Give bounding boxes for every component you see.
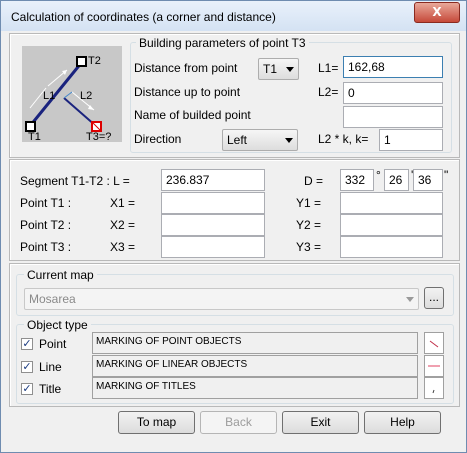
chevron-down-icon: [285, 138, 293, 143]
segment-length-input[interactable]: 236.837: [161, 169, 265, 191]
x2-label: X2 =: [110, 218, 136, 232]
direction-label: Direction: [134, 132, 182, 146]
minutes-input[interactable]: 26: [384, 169, 409, 191]
diagram-image: T2 L1 L2 T1 T3=?: [22, 46, 122, 143]
chevron-down-icon: [286, 67, 294, 72]
segment-length-value: 236.837: [166, 173, 210, 187]
x3-input[interactable]: [161, 236, 265, 258]
line-style-icon: [428, 365, 440, 367]
degree-symbol: °: [376, 168, 381, 182]
title-objects-text: MARKING OF TITLES: [96, 381, 196, 392]
direction-value: Left: [227, 133, 248, 147]
diagram-svg: [25, 56, 102, 132]
x2-input[interactable]: [161, 214, 265, 236]
title-checkbox[interactable]: ✓: [21, 383, 33, 395]
second-symbol: ": [444, 168, 449, 182]
l2-label: L2=: [318, 85, 339, 99]
line-checkbox-label: Line: [39, 360, 62, 374]
line-style-button[interactable]: [424, 355, 444, 377]
exit-label: Exit: [310, 415, 331, 429]
name-input[interactable]: [343, 106, 443, 128]
y1-label: Y1 =: [296, 196, 322, 210]
y1-input[interactable]: [340, 192, 443, 214]
k-value: 1: [384, 133, 391, 147]
to-map-label: To map: [136, 415, 177, 429]
l2-input[interactable]: 0: [343, 82, 443, 104]
y3-input[interactable]: [340, 236, 443, 258]
point-objects-text: MARKING OF POINT OBJECTS: [96, 336, 242, 347]
l1-value: 162,68: [348, 60, 385, 74]
back-button[interactable]: Back: [200, 411, 277, 434]
seconds-value: 36: [418, 173, 432, 187]
title-style-button[interactable]: [424, 377, 444, 399]
help-button[interactable]: Help: [364, 411, 441, 434]
distance-from-label: Distance from point: [134, 61, 238, 75]
title-objects-field: MARKING OF TITLES: [92, 377, 418, 399]
line-objects-text: MARKING OF LINEAR OBJECTS: [96, 359, 248, 370]
distance-upto-label: Distance up to point: [134, 85, 241, 99]
x3-label: X3 =: [110, 240, 136, 254]
d-label: D =: [304, 174, 324, 188]
minutes-value: 26: [389, 173, 403, 187]
l1-input[interactable]: 162,68: [343, 56, 443, 78]
to-map-button[interactable]: To map: [118, 411, 195, 434]
point-objects-field: MARKING OF POINT OBJECTS: [92, 332, 418, 354]
exit-button[interactable]: Exit: [282, 411, 359, 434]
map-browse-label: ...: [428, 290, 439, 304]
title-bar: Calculation of coordinates (a corner and…: [1, 1, 466, 31]
close-icon: X: [432, 5, 442, 19]
close-button[interactable]: X: [414, 2, 460, 23]
map-select[interactable]: Mosarea: [24, 288, 419, 310]
map-panel: Current map Mosarea ... Object type ✓ Po…: [9, 263, 460, 407]
point-checkbox[interactable]: ✓: [21, 338, 33, 350]
back-label: Back: [225, 415, 252, 429]
distance-from-value: T1: [263, 62, 278, 76]
dialog-window: Calculation of coordinates (a corner and…: [0, 0, 467, 453]
k-label: L2 * k, k=: [318, 132, 369, 146]
point-t3-label: Point T3 :: [20, 240, 72, 254]
seconds-input[interactable]: 36: [413, 169, 443, 191]
map-group-title: Current map: [24, 268, 97, 282]
map-browse-button[interactable]: ...: [424, 287, 444, 309]
diagram-label-l2: L2: [80, 90, 93, 102]
degrees-value: 332: [345, 173, 366, 187]
map-value: Mosarea: [29, 292, 76, 306]
l2-value: 0: [348, 86, 355, 100]
x1-input[interactable]: [161, 192, 265, 214]
segment-panel: Segment T1-T2 : L = 236.837 D = 332 ° 26…: [9, 159, 460, 261]
point-checkbox-label: Point: [39, 337, 67, 351]
help-label: Help: [390, 415, 415, 429]
y2-input[interactable]: [340, 214, 443, 236]
title-style-icon: [432, 389, 435, 394]
x1-label: X1 =: [110, 196, 136, 210]
line-checkbox[interactable]: ✓: [21, 361, 33, 373]
point-t1-label: Point T1 :: [20, 196, 72, 210]
chevron-down-icon: [406, 297, 414, 302]
degrees-input[interactable]: 332: [340, 169, 374, 191]
l1-label: L1=: [318, 61, 339, 75]
k-input[interactable]: 1: [379, 129, 443, 151]
y3-label: Y3 =: [296, 240, 322, 254]
line-objects-field: MARKING OF LINEAR OBJECTS: [92, 355, 418, 377]
diagram-label-l1: L1: [43, 90, 56, 102]
segment-label: Segment T1-T2 : L =: [20, 174, 130, 188]
direction-select[interactable]: Left: [222, 129, 298, 151]
diagram-label-t3: T3=?: [86, 131, 112, 143]
diagram-label-t2: T2: [88, 55, 101, 67]
diagram-label-t1: T1: [28, 131, 41, 143]
y2-label: Y2 =: [296, 218, 322, 232]
point-t2-label: Point T2 :: [20, 218, 72, 232]
parameters-panel: T2 L1 L2 T1 T3=? Building parameters of …: [9, 33, 460, 158]
parameters-group-title: Building parameters of point T3: [136, 36, 309, 50]
point-style-button[interactable]: [424, 332, 444, 354]
title-checkbox-label: Title: [39, 382, 62, 396]
object-type-group-title: Object type: [24, 318, 91, 332]
point-style-icon: [429, 340, 439, 348]
window-title: Calculation of coordinates (a corner and…: [11, 10, 276, 24]
name-label: Name of builded point: [134, 108, 251, 122]
distance-from-select[interactable]: T1: [258, 58, 299, 80]
